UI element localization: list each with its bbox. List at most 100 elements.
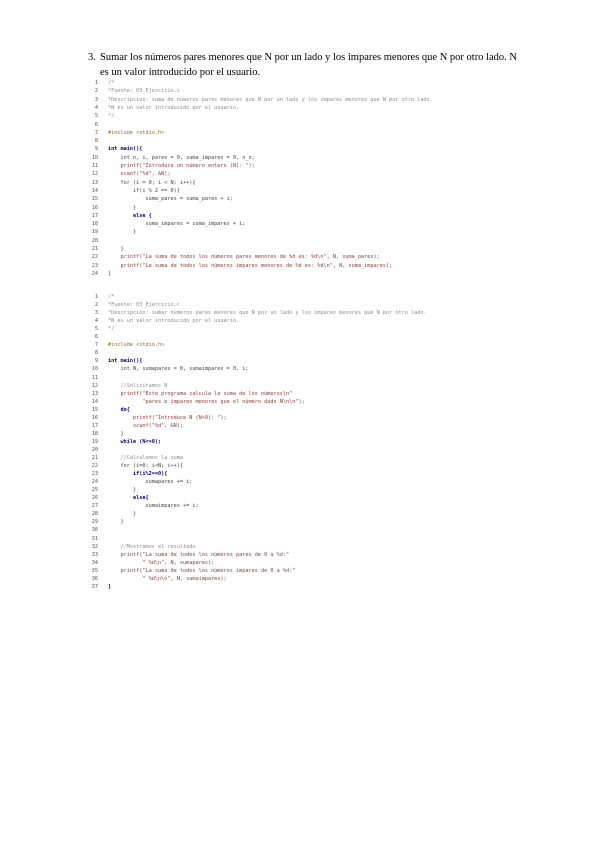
line-number: 7 — [94, 342, 98, 349]
line-number: 4 — [94, 318, 98, 325]
code-line: "pares e impares menores que el número d… — [108, 398, 305, 405]
code-line: } — [108, 430, 124, 437]
code-line: #include <stdio.h> — [108, 342, 165, 349]
line-number: 2 — [94, 302, 98, 309]
line-number: 6 — [94, 334, 98, 341]
line-number: 11 — [91, 374, 98, 381]
code-line: " %d\n", N, sumapares); — [108, 559, 215, 566]
line-number: 27 — [91, 503, 98, 510]
code-line: #include <stdio.h> — [108, 129, 165, 136]
line-number: 30 — [91, 527, 98, 534]
line-number: 24 — [91, 270, 98, 277]
code-line: printf("La suma de todos los números imp… — [108, 567, 296, 574]
line-number: 13 — [91, 390, 98, 397]
line-number: 37 — [91, 583, 98, 590]
line-number: 10 — [91, 154, 98, 161]
line-number: 15 — [91, 196, 98, 203]
code-line: *Fuente: 03_Ejercicio.c — [108, 88, 180, 95]
code-line: sumapares += i; — [108, 479, 193, 486]
code-line: suma_impares = suma_impares + i; — [108, 221, 246, 228]
code-line: //Calculamos la suma — [108, 455, 183, 461]
line-number: 32 — [91, 543, 98, 550]
code-line: } — [108, 204, 137, 211]
line-number: 26 — [91, 495, 98, 502]
code-line: if(i % 2 == 0){ — [108, 187, 180, 194]
code-line: *Descripción: suma de números pares meno… — [108, 96, 433, 103]
code-line: int main(){ — [108, 358, 143, 365]
line-number: 1 — [94, 80, 98, 86]
line-number: 13 — [91, 179, 98, 186]
exercise-number: 3. — [88, 52, 96, 63]
exercise-text: Sumar los números pares menores que N po… — [100, 52, 517, 78]
code-line: else { — [108, 212, 152, 219]
line-number: 23 — [91, 262, 98, 269]
line-number: 1 — [94, 294, 98, 300]
code-line: scanf("%d", &N); — [108, 422, 183, 429]
line-number: 24 — [91, 479, 98, 486]
line-number: 9 — [94, 358, 98, 365]
code-line: /* — [108, 294, 115, 300]
line-number: 2 — [94, 88, 98, 95]
code-line: } — [108, 511, 137, 518]
code-line: suma_pares = suma_pares + i; — [108, 196, 233, 203]
line-number: 18 — [91, 430, 98, 437]
line-number: 11 — [91, 163, 98, 169]
line-number: 21 — [91, 455, 98, 461]
code-line: else{ — [108, 495, 149, 502]
line-number: 14 — [91, 398, 98, 405]
code-line: for (i = 0; i < N; i++){ — [108, 179, 196, 186]
code-line: sumaimpares += i; — [108, 503, 199, 510]
line-number: 17 — [91, 212, 98, 219]
line-number: 12 — [91, 382, 98, 389]
line-number: 20 — [91, 237, 98, 244]
line-number: 17 — [91, 422, 98, 429]
line-number: 8 — [94, 350, 98, 357]
code-line: printf("La suma de todos los números imp… — [108, 262, 393, 269]
code-line: } — [108, 229, 137, 236]
code-line: printf("La suma de todos los números par… — [108, 551, 290, 558]
line-number: 16 — [91, 204, 98, 211]
line-number: 5 — [94, 326, 98, 333]
line-number: 8 — [94, 138, 98, 145]
code-line: } — [108, 246, 124, 252]
line-number: 14 — [91, 187, 98, 194]
line-number: 3 — [94, 96, 98, 103]
code-line: *N es un valor introducido por el usuari… — [108, 104, 240, 111]
line-number: 31 — [91, 535, 98, 542]
line-number: 21 — [91, 246, 98, 252]
code-line: int main(){ — [108, 146, 143, 153]
line-number: 29 — [91, 519, 98, 526]
code-line: } — [108, 487, 137, 494]
code-line: int N, sumapares = 0, sumaimpares = 0, i… — [108, 366, 249, 373]
line-number: 20 — [91, 446, 98, 453]
line-number: 34 — [91, 559, 98, 566]
code-line: } — [108, 583, 112, 590]
line-number: 9 — [94, 146, 98, 153]
code-line: */ — [108, 326, 115, 333]
code-line: } — [108, 519, 124, 526]
code-line: } — [108, 270, 112, 277]
line-number: 36 — [91, 575, 98, 582]
line-number: 22 — [91, 463, 98, 470]
line-number: 4 — [94, 104, 98, 111]
code-line: scanf("%d", &N); — [108, 171, 171, 178]
line-number: 6 — [94, 121, 98, 128]
code-line: //Mostramos el resultado — [108, 543, 196, 550]
line-number: 28 — [91, 511, 98, 518]
line-number: 10 — [91, 366, 98, 373]
code-line: *N es un valor introducido por el usuari… — [108, 318, 240, 325]
code-line: for (i=0; i<N; i++){ — [108, 463, 183, 470]
code-line: /* — [108, 80, 115, 86]
code-line: while (N<=0); — [108, 438, 162, 445]
line-number: 33 — [91, 551, 98, 558]
line-number: 5 — [94, 113, 98, 120]
line-number: 15 — [91, 406, 98, 413]
line-number: 7 — [94, 129, 98, 136]
code-line: //Solicitamos N — [108, 382, 168, 389]
line-number: 16 — [91, 414, 98, 421]
code-line: printf("La suma de todos los números par… — [108, 254, 380, 261]
code-line: do{ — [108, 406, 130, 413]
line-number: 3 — [94, 310, 98, 317]
code-line: printf("Este programa calcula la suma de… — [108, 390, 293, 397]
document-page: 3. Sumar los números pares menores que N… — [0, 0, 599, 848]
